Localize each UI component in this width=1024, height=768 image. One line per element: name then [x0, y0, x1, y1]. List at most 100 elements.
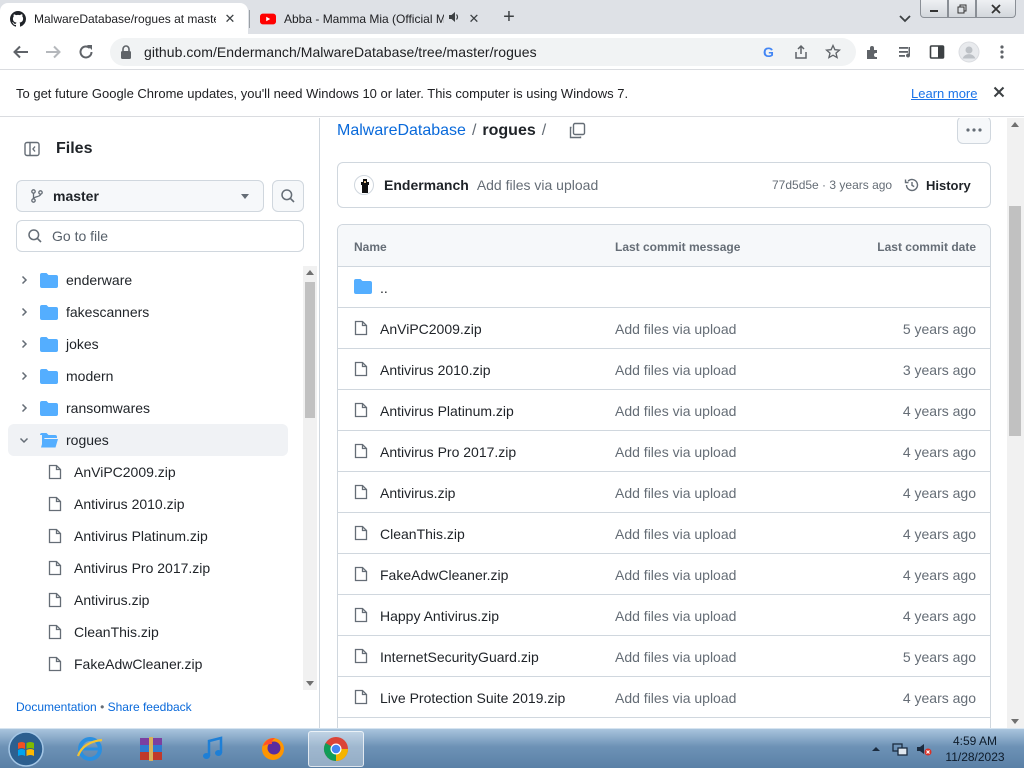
- page-scrollbar[interactable]: [1007, 118, 1024, 728]
- tree-file[interactable]: FakeAdwCleaner.zip: [8, 648, 288, 680]
- file-name-link[interactable]: Antivirus Platinum.zip: [380, 403, 514, 419]
- commit-message-link[interactable]: Add files via upload: [615, 649, 736, 665]
- tree-scrollbar[interactable]: [303, 266, 317, 690]
- commit-message-link[interactable]: Add files via upload: [615, 690, 736, 706]
- close-tab-icon[interactable]: ✕: [222, 11, 238, 27]
- scroll-thumb[interactable]: [1009, 206, 1021, 436]
- scroll-up-arrow[interactable]: [306, 270, 314, 275]
- close-window-button[interactable]: [976, 0, 1016, 18]
- extensions-icon[interactable]: [862, 41, 884, 63]
- file-name-link[interactable]: Antivirus 2010.zip: [380, 362, 491, 378]
- share-icon[interactable]: [792, 43, 810, 61]
- speaker-icon[interactable]: [448, 11, 460, 26]
- winrar-icon[interactable]: [123, 731, 179, 767]
- table-row[interactable]: Antivirus Platinum.zip Add files via upl…: [338, 390, 990, 431]
- tree-folder-fakescanners[interactable]: fakescanners: [8, 296, 288, 328]
- forward-button[interactable]: [42, 41, 64, 63]
- lock-icon[interactable]: [120, 45, 134, 59]
- commit-author[interactable]: Endermanch: [384, 177, 469, 193]
- system-clock[interactable]: 4:59 AM 11/28/2023: [940, 733, 1010, 765]
- table-row[interactable]: CleanThis.zip Add files via upload 4 yea…: [338, 513, 990, 554]
- tree-folder-enderware[interactable]: enderware: [8, 264, 288, 296]
- commit-message-link[interactable]: Add files via upload: [615, 362, 736, 378]
- go-to-file-field[interactable]: [52, 228, 292, 244]
- collapse-sidebar-icon[interactable]: [16, 134, 48, 164]
- table-row[interactable]: Antivirus Pro 2017.zip Add files via upl…: [338, 431, 990, 472]
- chevron-right-icon[interactable]: [16, 368, 32, 384]
- go-to-file-input[interactable]: [16, 220, 304, 252]
- commit-message-link[interactable]: Add files via upload: [615, 444, 736, 460]
- commit-message[interactable]: Add files via upload: [477, 177, 598, 193]
- commit-message-link[interactable]: Add files via upload: [615, 321, 736, 337]
- table-row[interactable]: AnViPC2009.zip Add files via upload 5 ye…: [338, 308, 990, 349]
- file-name-link[interactable]: Happy Antivirus.zip: [380, 608, 499, 624]
- reload-button[interactable]: [75, 41, 97, 63]
- tree-file[interactable]: Antivirus.zip: [8, 584, 288, 616]
- file-name-link[interactable]: Antivirus Pro 2017.zip: [380, 444, 516, 460]
- scroll-thumb[interactable]: [305, 282, 315, 418]
- breadcrumb-repo-link[interactable]: MalwareDatabase: [337, 122, 466, 140]
- show-hidden-icons-icon[interactable]: [868, 741, 884, 757]
- table-row[interactable]: Live Protection Suite 2019.zip Add files…: [338, 677, 990, 718]
- google-translate-icon[interactable]: G: [760, 43, 778, 61]
- table-row[interactable]: FakeAdwCleaner.zip Add files via upload …: [338, 554, 990, 595]
- firefox-icon[interactable]: [245, 731, 301, 767]
- parent-directory-row[interactable]: ..: [338, 267, 990, 308]
- chrome-menu-icon[interactable]: [991, 41, 1013, 63]
- commit-meta[interactable]: 77d5d5e · 3 years ago: [772, 178, 892, 192]
- network-icon[interactable]: [892, 741, 908, 757]
- url-text[interactable]: github.com/Endermanch/MalwareDatabase/tr…: [144, 44, 537, 60]
- chevron-right-icon[interactable]: [16, 400, 32, 416]
- windows-start-icon[interactable]: [4, 730, 48, 768]
- file-name-link[interactable]: Antivirus.zip: [380, 485, 455, 501]
- table-row[interactable]: Happy Antivirus.zip Add files via upload…: [338, 595, 990, 636]
- avatar[interactable]: [354, 175, 374, 195]
- tree-file[interactable]: AnViPC2009.zip: [8, 456, 288, 488]
- address-bar[interactable]: github.com/Endermanch/MalwareDatabase/tr…: [110, 38, 856, 66]
- share-feedback-link[interactable]: Share feedback: [108, 700, 192, 714]
- tree-folder-jokes[interactable]: jokes: [8, 328, 288, 360]
- itunes-icon[interactable]: [184, 731, 240, 767]
- documentation-link[interactable]: Documentation: [16, 700, 97, 714]
- scroll-down-arrow[interactable]: [1011, 719, 1019, 724]
- internet-explorer-icon[interactable]: [62, 731, 118, 767]
- more-options-button[interactable]: [957, 118, 991, 144]
- speaker-muted-icon[interactable]: [916, 741, 932, 757]
- minimize-button[interactable]: [920, 0, 948, 18]
- tree-file[interactable]: CleanThis.zip: [8, 616, 288, 648]
- tab-github[interactable]: MalwareDatabase/rogues at master · Ender…: [0, 3, 248, 34]
- file-name-link[interactable]: CleanThis.zip: [380, 526, 465, 542]
- chevron-right-icon[interactable]: [16, 304, 32, 320]
- back-button[interactable]: [10, 41, 32, 63]
- chrome-icon[interactable]: [308, 731, 364, 767]
- parent-directory-link[interactable]: ..: [380, 280, 388, 296]
- tree-folder-rogues[interactable]: rogues: [8, 424, 288, 456]
- bookmark-star-icon[interactable]: [824, 43, 842, 61]
- chevron-down-icon[interactable]: [16, 432, 32, 448]
- history-button[interactable]: History: [904, 177, 971, 193]
- close-icon[interactable]: [990, 83, 1008, 101]
- new-tab-button[interactable]: +: [498, 7, 520, 29]
- tab-youtube[interactable]: Abba - Mamma Mia (Official Music Video) …: [250, 3, 492, 34]
- file-name-link[interactable]: Live Protection Suite 2019.zip: [380, 690, 565, 706]
- table-row[interactable]: Antivirus 2010.zip Add files via upload …: [338, 349, 990, 390]
- commit-message-link[interactable]: Add files via upload: [615, 403, 736, 419]
- commit-message-link[interactable]: Add files via upload: [615, 608, 736, 624]
- file-name-link[interactable]: FakeAdwCleaner.zip: [380, 567, 508, 583]
- tree-folder-ransomwares[interactable]: ransomwares: [8, 392, 288, 424]
- file-name-link[interactable]: AnViPC2009.zip: [380, 321, 482, 337]
- scroll-down-arrow[interactable]: [306, 681, 314, 686]
- scroll-up-arrow[interactable]: [1011, 122, 1019, 127]
- search-button[interactable]: [272, 180, 304, 212]
- tree-file[interactable]: Antivirus Pro 2017.zip: [8, 552, 288, 584]
- copy-path-icon[interactable]: [568, 122, 586, 140]
- commit-message-link[interactable]: Add files via upload: [615, 485, 736, 501]
- chevron-right-icon[interactable]: [16, 272, 32, 288]
- side-panel-icon[interactable]: [926, 41, 948, 63]
- close-tab-icon[interactable]: ✕: [466, 11, 482, 27]
- commit-message-link[interactable]: Add files via upload: [615, 567, 736, 583]
- tree-folder-modern[interactable]: modern: [8, 360, 288, 392]
- chevron-right-icon[interactable]: [16, 336, 32, 352]
- restore-button[interactable]: [948, 0, 976, 18]
- table-row[interactable]: InternetSecurityGuard.zip Add files via …: [338, 636, 990, 677]
